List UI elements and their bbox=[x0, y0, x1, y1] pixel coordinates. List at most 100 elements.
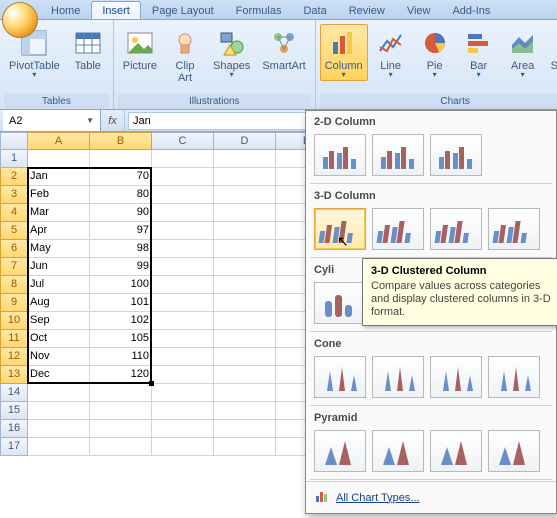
row-header[interactable]: 2 bbox=[0, 168, 28, 186]
cell[interactable] bbox=[28, 438, 90, 456]
cell[interactable] bbox=[214, 348, 276, 366]
tab-page-layout[interactable]: Page Layout bbox=[141, 1, 225, 19]
chart-type-option[interactable] bbox=[430, 356, 482, 398]
row-header[interactable]: 15 bbox=[0, 402, 28, 420]
row-header[interactable]: 14 bbox=[0, 384, 28, 402]
cell[interactable] bbox=[214, 330, 276, 348]
cell[interactable] bbox=[28, 384, 90, 402]
chart-type-option[interactable] bbox=[488, 208, 540, 250]
cell[interactable] bbox=[152, 150, 214, 168]
chart-type-option[interactable] bbox=[314, 134, 366, 176]
cell[interactable] bbox=[214, 204, 276, 222]
cell[interactable]: Feb bbox=[28, 186, 90, 204]
chart-type-option[interactable] bbox=[372, 134, 424, 176]
column-button[interactable]: Column▾ bbox=[320, 24, 368, 81]
row-header[interactable]: 7 bbox=[0, 258, 28, 276]
chevron-down-icon[interactable]: ▼ bbox=[86, 116, 94, 125]
tab-add-ins[interactable]: Add-Ins bbox=[441, 1, 501, 19]
cell[interactable] bbox=[152, 294, 214, 312]
chart-type-option[interactable]: ↖ bbox=[314, 208, 366, 250]
shapes-button[interactable]: Shapes▾ bbox=[208, 24, 255, 81]
name-box[interactable]: ▼ bbox=[3, 110, 101, 131]
row-header[interactable]: 8 bbox=[0, 276, 28, 294]
cell[interactable] bbox=[152, 312, 214, 330]
chart-type-option[interactable] bbox=[488, 356, 540, 398]
cell[interactable]: 120 bbox=[90, 366, 152, 384]
cell[interactable] bbox=[152, 402, 214, 420]
chart-type-option[interactable] bbox=[314, 356, 366, 398]
cell[interactable]: Jul bbox=[28, 276, 90, 294]
cell[interactable] bbox=[152, 258, 214, 276]
chart-type-option[interactable] bbox=[430, 208, 482, 250]
bar-button[interactable]: Bar▾ bbox=[458, 24, 500, 81]
cell[interactable] bbox=[152, 420, 214, 438]
cell[interactable]: 99 bbox=[90, 258, 152, 276]
select-all-corner[interactable] bbox=[0, 132, 28, 150]
row-header[interactable]: 10 bbox=[0, 312, 28, 330]
cell[interactable] bbox=[152, 330, 214, 348]
cell[interactable] bbox=[214, 384, 276, 402]
cell[interactable] bbox=[214, 312, 276, 330]
cell[interactable] bbox=[152, 384, 214, 402]
chart-type-option[interactable] bbox=[372, 430, 424, 472]
scatter-button[interactable]: Scatter▾ bbox=[546, 24, 557, 81]
fx-label[interactable]: fx bbox=[101, 110, 125, 131]
picture-button[interactable]: Picture bbox=[118, 24, 162, 75]
row-header[interactable]: 4 bbox=[0, 204, 28, 222]
tab-review[interactable]: Review bbox=[338, 1, 396, 19]
cell[interactable] bbox=[214, 222, 276, 240]
cell[interactable] bbox=[90, 384, 152, 402]
cell[interactable] bbox=[28, 150, 90, 168]
cell[interactable] bbox=[214, 150, 276, 168]
column-header[interactable]: D bbox=[214, 132, 276, 150]
cell[interactable]: Apr bbox=[28, 222, 90, 240]
chart-type-option[interactable] bbox=[430, 134, 482, 176]
cell[interactable] bbox=[214, 168, 276, 186]
cell[interactable]: Mar bbox=[28, 204, 90, 222]
fill-handle[interactable] bbox=[149, 381, 154, 386]
row-header[interactable]: 16 bbox=[0, 420, 28, 438]
row-header[interactable]: 11 bbox=[0, 330, 28, 348]
column-chart-dropdown[interactable]: 2-D Column3-D Column↖3-D Clustered Colum… bbox=[305, 110, 557, 514]
tab-insert[interactable]: Insert bbox=[91, 1, 141, 19]
cell[interactable] bbox=[214, 438, 276, 456]
chart-type-option[interactable] bbox=[372, 208, 424, 250]
column-header[interactable]: C bbox=[152, 132, 214, 150]
cell[interactable] bbox=[90, 402, 152, 420]
cell[interactable] bbox=[214, 294, 276, 312]
tab-view[interactable]: View bbox=[396, 1, 442, 19]
cell[interactable]: May bbox=[28, 240, 90, 258]
tab-formulas[interactable]: Formulas bbox=[225, 1, 293, 19]
cell[interactable]: Jan bbox=[28, 168, 90, 186]
cell[interactable] bbox=[90, 150, 152, 168]
row-header[interactable]: 5 bbox=[0, 222, 28, 240]
cell[interactable] bbox=[28, 402, 90, 420]
smartart-button[interactable]: SmartArt bbox=[257, 24, 310, 75]
cell[interactable]: Jun bbox=[28, 258, 90, 276]
name-box-input[interactable] bbox=[9, 115, 79, 127]
cell[interactable] bbox=[214, 276, 276, 294]
table-button[interactable]: Table bbox=[67, 24, 109, 75]
cell[interactable] bbox=[152, 168, 214, 186]
cell[interactable] bbox=[214, 366, 276, 384]
cell[interactable] bbox=[152, 186, 214, 204]
all-chart-types-link[interactable]: All Chart Types... bbox=[336, 492, 420, 504]
row-header[interactable]: 3 bbox=[0, 186, 28, 204]
all-chart-types[interactable]: All Chart Types... bbox=[306, 481, 556, 513]
cell[interactable] bbox=[214, 420, 276, 438]
cell[interactable]: 97 bbox=[90, 222, 152, 240]
chart-type-option[interactable] bbox=[488, 430, 540, 472]
cell[interactable] bbox=[152, 240, 214, 258]
row-header[interactable]: 12 bbox=[0, 348, 28, 366]
cell[interactable]: 102 bbox=[90, 312, 152, 330]
column-header[interactable]: A bbox=[28, 132, 90, 150]
cell[interactable] bbox=[152, 204, 214, 222]
cell[interactable]: 70 bbox=[90, 168, 152, 186]
row-header[interactable]: 1 bbox=[0, 150, 28, 168]
chart-type-option[interactable] bbox=[314, 430, 366, 472]
cell[interactable]: 105 bbox=[90, 330, 152, 348]
cell[interactable] bbox=[152, 366, 214, 384]
cell[interactable] bbox=[90, 438, 152, 456]
cell[interactable] bbox=[214, 186, 276, 204]
chart-type-option[interactable] bbox=[372, 356, 424, 398]
